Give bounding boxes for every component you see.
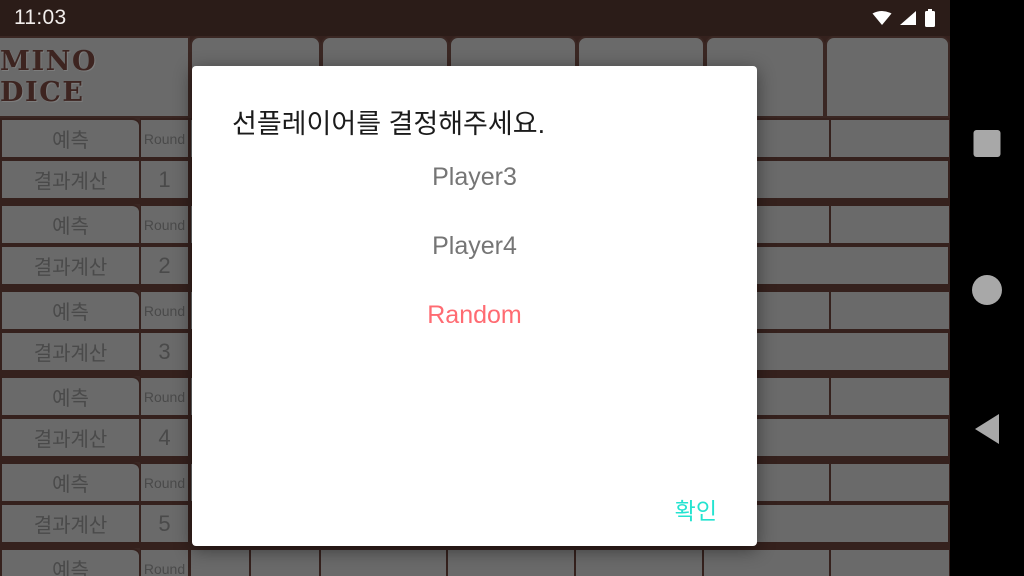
grid-cell[interactable] [830,204,950,245]
predict-cell[interactable]: 예측 [0,548,140,576]
rounds-panel: 예측 Round 결과계산 1 예측 Round 결과계산 2 예측 Round… [0,118,190,576]
round-result-line: 결과계산 2 [0,245,190,286]
predict-cell[interactable]: 예측 [0,376,140,417]
round-predict-line: 예측 Round [0,462,190,503]
round-header-cell: Round [140,290,190,331]
dialog-actions: 확인 [661,492,731,526]
grid-cell[interactable] [190,548,250,576]
header-tab-6[interactable] [825,36,950,118]
round-number-cell: 2 [140,245,190,286]
app-title: MINO DICE [0,46,98,108]
dialog-title: 선플레이어를 결정해주세요. [232,109,546,139]
recents-square-icon[interactable] [973,130,1001,157]
wifi-icon [872,11,892,25]
round-number-cell: 4 [140,417,190,458]
round-header-cell: Round [140,376,190,417]
back-triangle-icon[interactable] [975,414,999,444]
result-cell[interactable]: 결과계산 [0,159,140,200]
first-player-dialog: 선플레이어를 결정해주세요. Player3 Player4 Random 확인 [192,66,757,546]
grid-cell[interactable] [447,548,575,576]
predict-cell[interactable]: 예측 [0,118,140,159]
result-cell[interactable]: 결과계산 [0,417,140,458]
round-number-cell: 3 [140,331,190,372]
predict-cell[interactable]: 예측 [0,462,140,503]
round-block: 예측 Round 결과계산 3 [0,290,190,376]
grid-cell[interactable] [830,118,950,159]
grid-cell[interactable] [249,548,320,576]
round-result-line: 결과계산 1 [0,159,190,200]
result-cell[interactable]: 결과계산 [0,245,140,286]
dialog-option-player3[interactable]: Player3 [192,154,757,201]
round-block: 예측 Round 결과계산 5 [0,462,190,548]
status-bar: 11:03 [0,0,950,36]
navigation-bar [950,0,1024,576]
result-cell[interactable]: 결과계산 [0,331,140,372]
grid-cell[interactable] [574,548,703,576]
round-header-cell: Round [140,118,190,159]
round-header-cell: Round [140,204,190,245]
status-bar-icons [872,9,936,27]
home-circle-icon[interactable] [972,275,1002,305]
app-title-tab: MINO DICE [0,36,190,118]
grid-cell[interactable] [319,548,448,576]
predict-cell[interactable]: 예측 [0,204,140,245]
round-predict-line: 예측 Round [0,118,190,159]
round-header-cell: Round [140,548,190,576]
round-block: 예측 Round 결과계산 4 [0,376,190,462]
round-predict-line: 예측 Round [0,376,190,417]
grid-line [190,548,950,576]
dialog-option-player4[interactable]: Player4 [192,223,757,270]
round-result-line: 결과계산 3 [0,331,190,372]
round-number-cell: 1 [140,159,190,200]
round-block: 예측 Round 결과계산 2 [0,204,190,290]
round-header-cell: Round [140,462,190,503]
grid-cell[interactable] [830,462,950,503]
round-predict-line: 예측 Round [0,204,190,245]
predict-cell[interactable]: 예측 [0,290,140,331]
round-predict-line: 예측 Round [0,548,190,576]
round-result-line: 결과계산 4 [0,417,190,458]
round-predict-line: 예측 Round [0,290,190,331]
grid-cell[interactable] [830,290,950,331]
cellular-signal-icon [900,11,916,25]
grid-cell[interactable] [702,548,831,576]
round-result-line: 결과계산 5 [0,503,190,544]
grid-cell[interactable] [830,548,950,576]
round-block: 예측 Round 결과계산 6 [0,548,190,576]
battery-icon [925,9,935,27]
device-screen: 11:03 MINO DICE 예측 Round 결과계산 1 예측 Round… [0,0,1024,576]
dialog-option-random[interactable]: Random [192,292,757,339]
dialog-option-list: Player3 Player4 Random [192,154,757,361]
round-block: 예측 Round 결과계산 1 [0,118,190,204]
result-cell[interactable]: 결과계산 [0,503,140,544]
grid-cell[interactable] [830,376,950,417]
status-bar-clock: 11:03 [14,6,67,29]
confirm-button[interactable]: 확인 [661,490,731,532]
round-number-cell: 5 [140,503,190,544]
grid-block [190,548,950,576]
